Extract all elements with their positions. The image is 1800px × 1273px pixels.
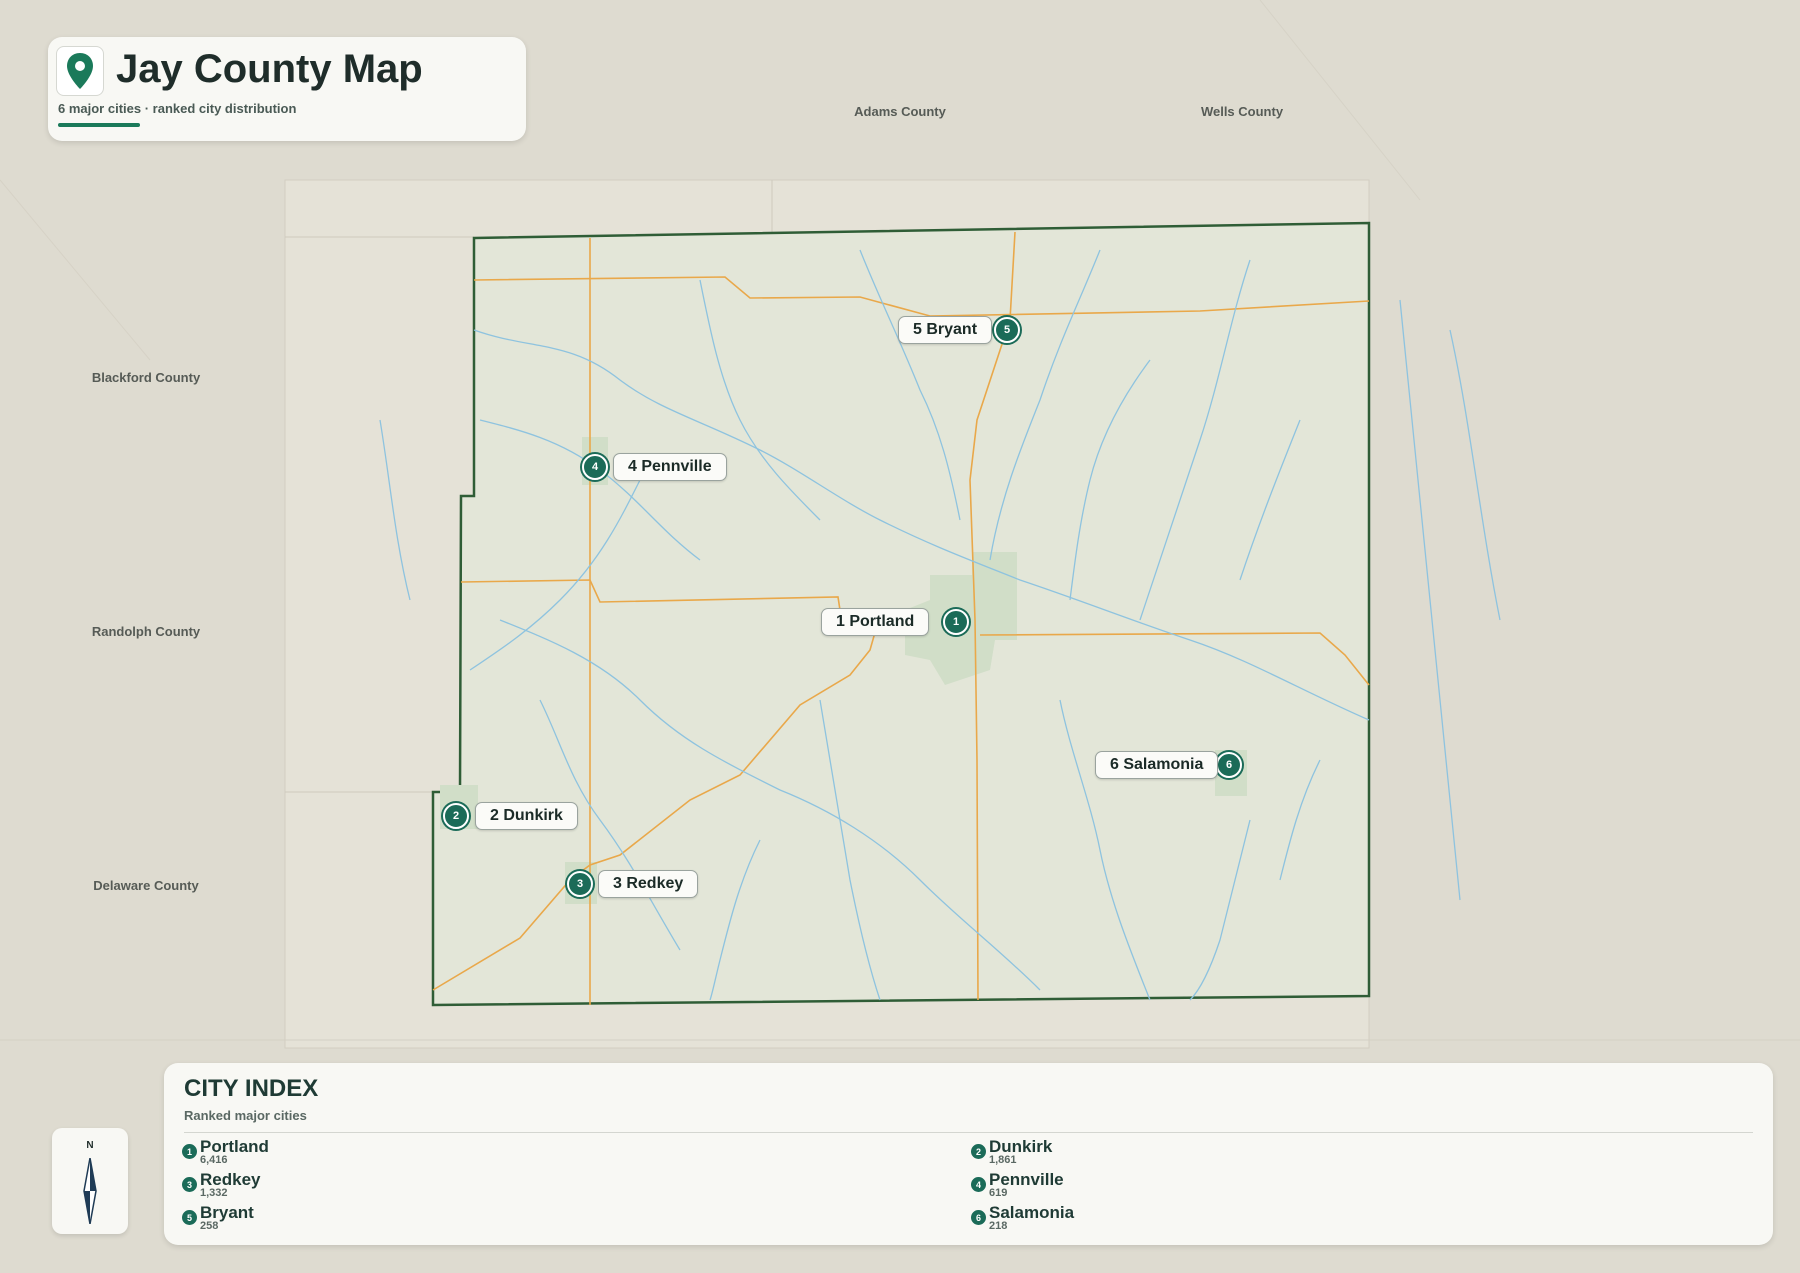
city-index-entry-portland[interactable]: 1 Portland 6,416 <box>182 1137 582 1167</box>
city-population: 1,332 <box>200 1187 228 1199</box>
city-marker-bryant[interactable]: 5 <box>994 317 1020 343</box>
city-population: 218 <box>989 1220 1008 1232</box>
rank-badge: 2 <box>971 1144 986 1159</box>
rank-badge: 1 <box>182 1144 197 1159</box>
city-label-portland[interactable]: 1 Portland <box>821 608 930 636</box>
compass-needle-icon <box>83 1158 97 1224</box>
rank-badge: 5 <box>182 1210 197 1225</box>
neighbor-label-adams: Adams County <box>854 104 946 119</box>
city-population: 1,861 <box>989 1154 1017 1166</box>
city-index-entry-salamonia[interactable]: 6 Salamonia 218 <box>971 1203 1371 1233</box>
city-marker-redkey[interactable]: 3 <box>567 871 593 897</box>
neighbor-label-blackford: Blackford County <box>91 370 201 385</box>
rank-badge: 4 <box>971 1177 986 1192</box>
title-card: Jay County Map 6 major cities · ranked c… <box>48 37 526 141</box>
map-pin-icon <box>56 46 104 96</box>
city-label-dunkirk[interactable]: 2 Dunkirk <box>475 802 578 830</box>
city-index-entry-bryant[interactable]: 5 Bryant 258 <box>182 1203 582 1233</box>
city-index-entry-pennville[interactable]: 4 Pennville 619 <box>971 1170 1371 1200</box>
title-underline <box>58 123 140 127</box>
compass-north-label: N <box>86 1140 94 1151</box>
compass: N <box>52 1128 128 1234</box>
city-index-panel: CITY INDEX Ranked major cities 1 Portlan… <box>164 1063 1773 1245</box>
city-marker-dunkirk[interactable]: 2 <box>443 803 469 829</box>
city-marker-salamonia[interactable]: 6 <box>1216 752 1242 778</box>
rank-badge: 3 <box>182 1177 197 1192</box>
city-population: 258 <box>200 1220 219 1232</box>
rank-badge: 6 <box>971 1210 986 1225</box>
page-title: Jay County Map <box>116 47 423 91</box>
page-subtitle: 6 major cities · ranked city distributio… <box>58 101 297 116</box>
city-population: 6,416 <box>200 1154 228 1166</box>
city-label-salamonia[interactable]: 6 Salamonia <box>1095 751 1219 779</box>
city-index-entry-dunkirk[interactable]: 2 Dunkirk 1,861 <box>971 1137 1371 1167</box>
neighbor-label-delaware: Delaware County <box>93 878 199 893</box>
city-population: 619 <box>989 1187 1008 1199</box>
divider <box>184 1132 1753 1133</box>
neighbor-label-wells: Wells County <box>1200 104 1284 119</box>
city-index-subtitle: Ranked major cities <box>184 1108 307 1123</box>
neighbor-label-randolph: Randolph County <box>91 624 201 639</box>
city-label-pennville[interactable]: 4 Pennville <box>613 453 727 481</box>
city-label-redkey[interactable]: 3 Redkey <box>598 870 699 898</box>
city-marker-portland[interactable]: 1 <box>943 609 969 635</box>
city-label-bryant[interactable]: 5 Bryant <box>898 316 993 344</box>
city-marker-pennville[interactable]: 4 <box>582 454 608 480</box>
city-index-entry-redkey[interactable]: 3 Redkey 1,332 <box>182 1170 582 1200</box>
city-index-title: CITY INDEX <box>184 1075 319 1102</box>
